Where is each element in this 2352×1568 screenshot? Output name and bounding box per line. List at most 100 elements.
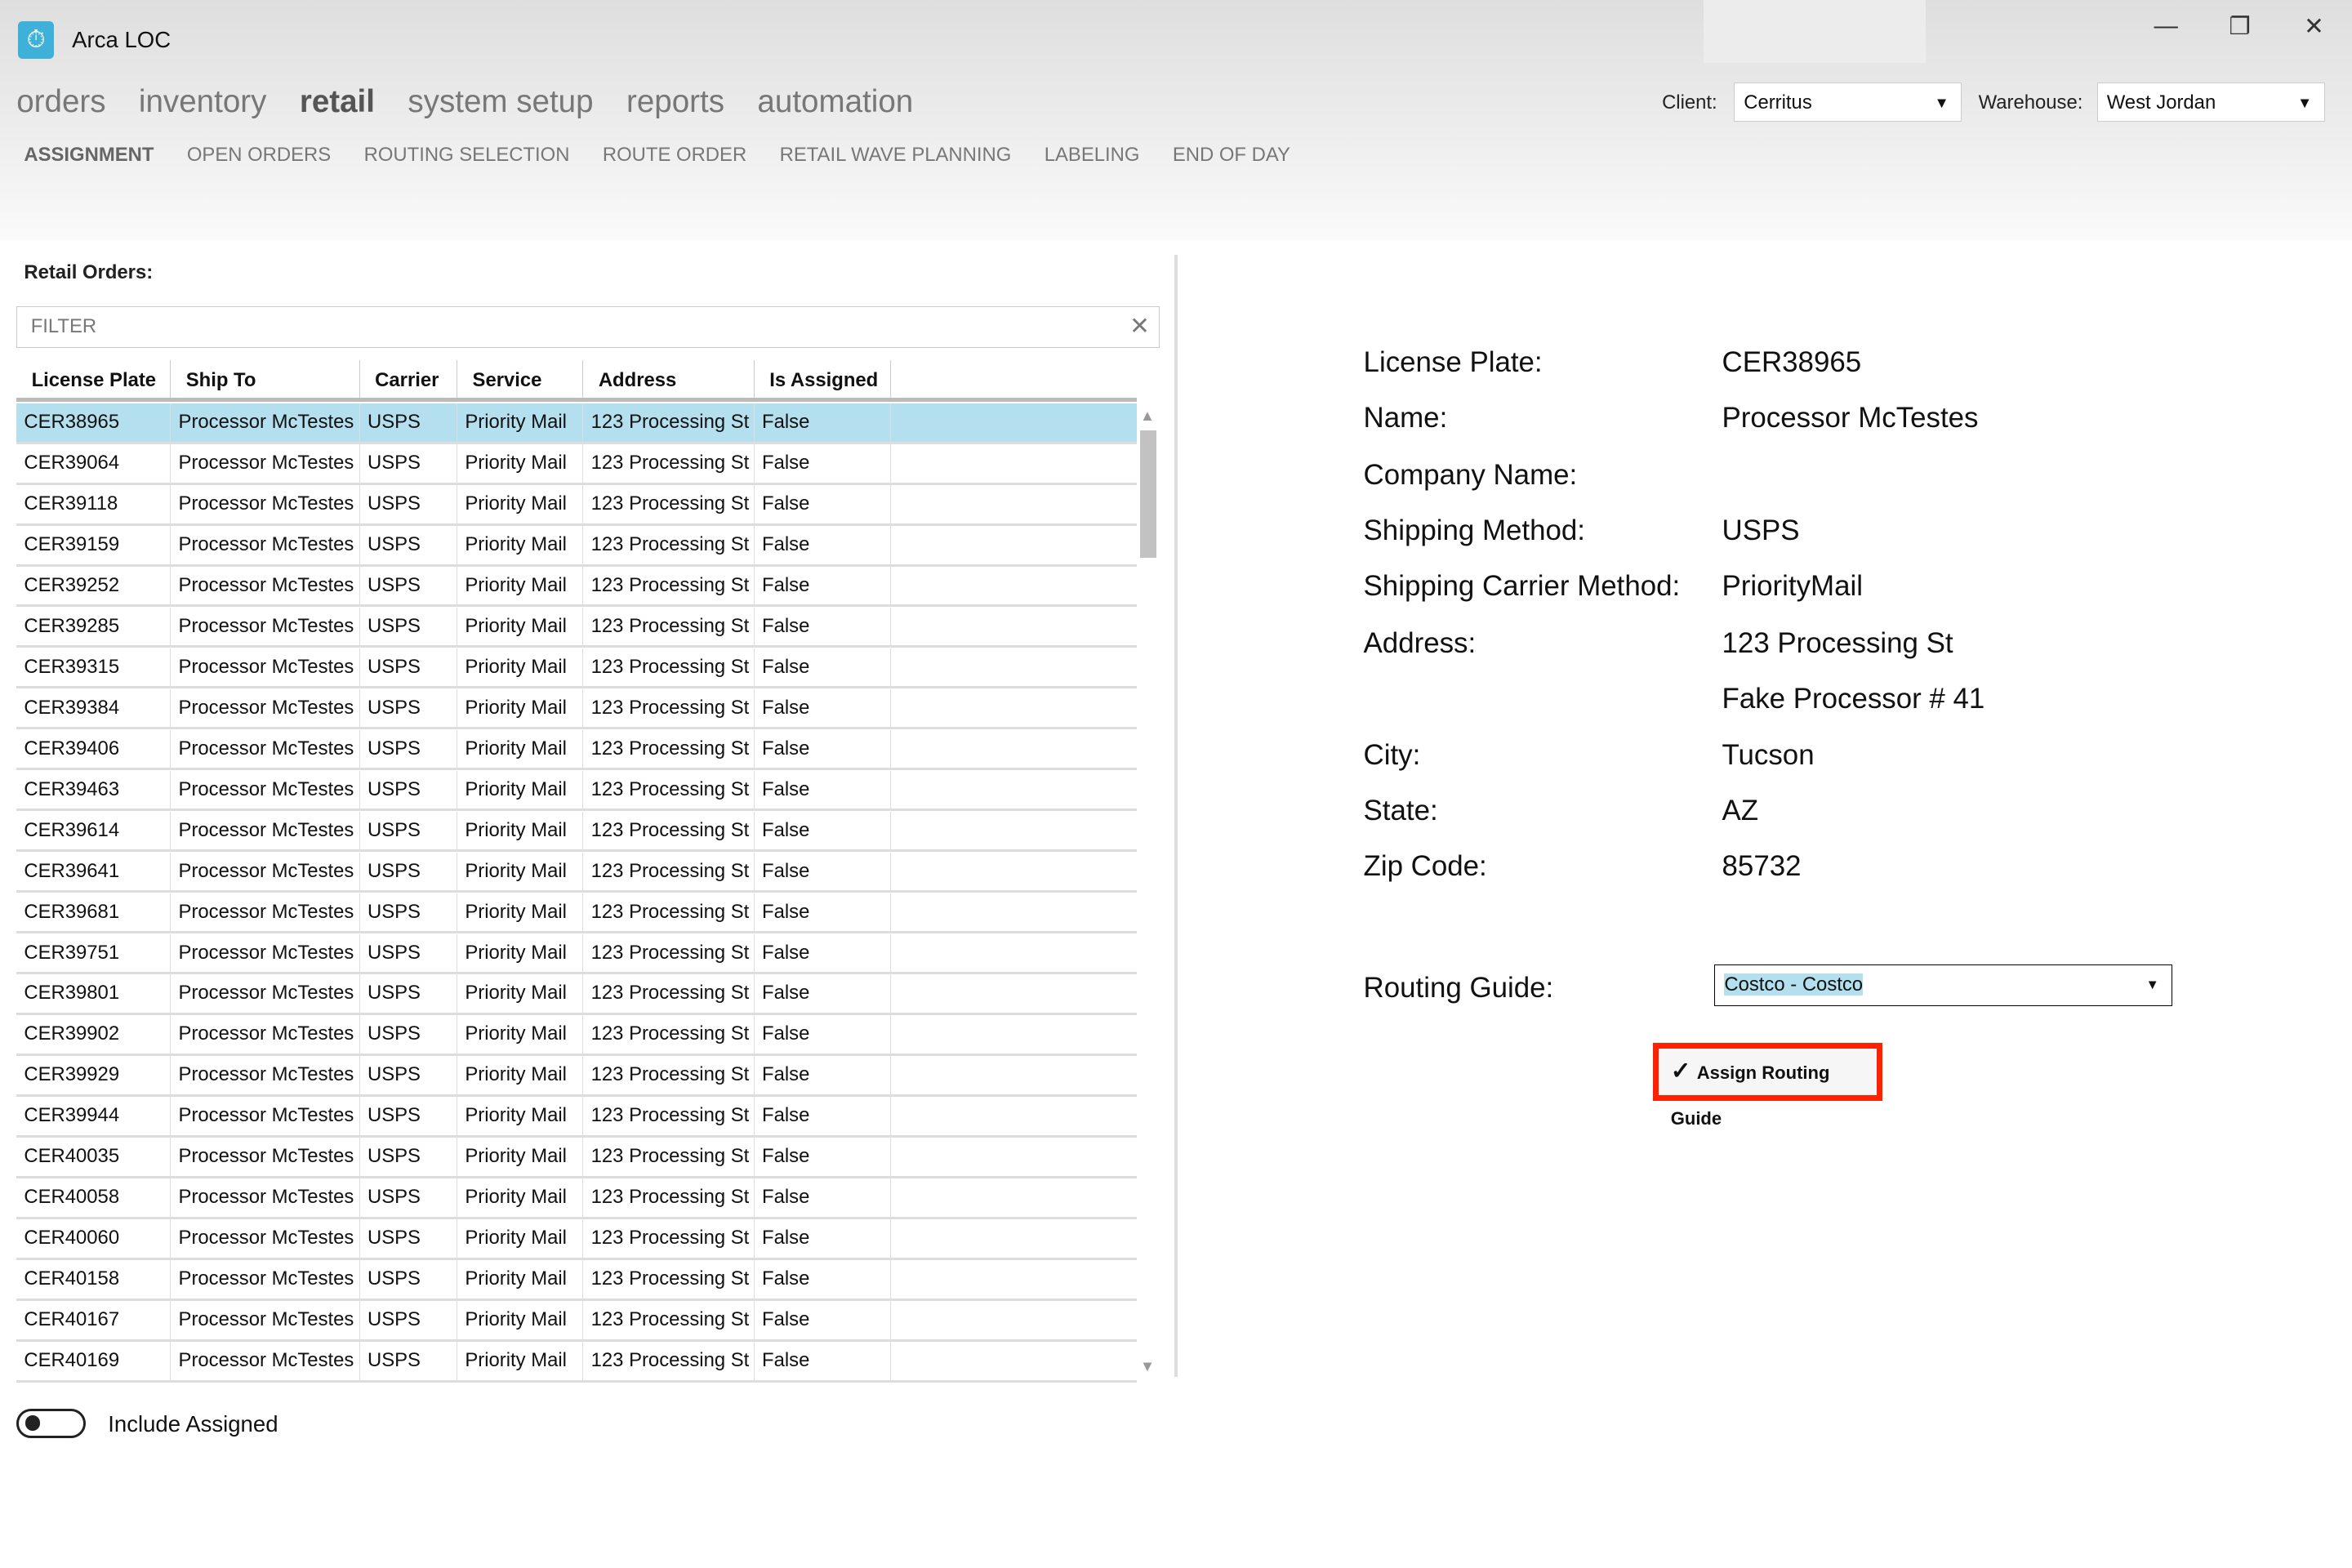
scrollbar-thumb[interactable] (1139, 430, 1157, 559)
table-cell: False (755, 1097, 891, 1138)
routing-guide-value: Costco - Costco (1724, 973, 1864, 996)
tab-routing-selection[interactable]: ROUTING SELECTION (364, 144, 570, 167)
nav-automation[interactable]: automation (757, 84, 913, 120)
table-row[interactable]: CER39118 Processor McTestes USPS Priority M… (16, 484, 1138, 526)
table-cell: USPS (360, 648, 458, 689)
table-row[interactable]: CER39801 Processor McTestes USPS Priority M… (16, 974, 1138, 1016)
table-row[interactable]: CER39944 Processor McTestes USPS Priority M… (16, 1097, 1138, 1138)
clear-icon[interactable]: ✕ (1129, 307, 1150, 346)
table-cell: USPS (360, 1342, 458, 1383)
table-row[interactable]: CER39463 Processor McTestes USPS Priority M… (16, 770, 1138, 812)
table-row[interactable]: CER39285 Processor McTestes USPS Priority M… (16, 607, 1138, 648)
table-cell: CER39751 (16, 933, 172, 975)
tab-labeling[interactable]: LABELING (1045, 144, 1140, 167)
column-header[interactable]: Carrier (360, 359, 458, 401)
scroll-down-icon[interactable]: ▼ (1140, 1357, 1155, 1375)
table-cell: Priority Mail (457, 1138, 584, 1178)
table-row[interactable]: CER40158 Processor McTestes USPS Priority M… (16, 1260, 1138, 1301)
filter-input[interactable]: FILTER ✕ (16, 305, 1160, 349)
restore-button[interactable]: ❐ (2229, 12, 2250, 41)
table-row[interactable]: CER40169 Processor McTestes USPS Priority M… (16, 1342, 1138, 1383)
table-row[interactable]: CER39681 Processor McTestes USPS Priority M… (16, 893, 1138, 934)
routing-guide-select[interactable]: Costco - Costco ▼ (1714, 964, 2172, 1007)
close-button[interactable]: ✕ (2304, 12, 2324, 41)
table-row[interactable]: CER39315 Processor McTestes USPS Priority M… (16, 648, 1138, 689)
include-assigned-toggle[interactable] (16, 1408, 86, 1439)
assign-routing-guide-button[interactable]: ✓ Assign Routing Guide (1653, 1042, 1883, 1129)
tab-retail-wave-planning[interactable]: RETAIL WAVE PLANNING (780, 144, 1012, 167)
table-cell: CER40158 (16, 1260, 172, 1301)
table-cell: False (755, 566, 891, 608)
table-cell: 123 Processing St (583, 1260, 755, 1301)
table-row[interactable]: CER39064 Processor McTestes USPS Priority M… (16, 444, 1138, 485)
detail-value: PriorityMail (1722, 569, 1863, 602)
tab-assignment[interactable]: ASSIGNMENT (24, 144, 154, 167)
detail-label: License Plate: (1363, 346, 1543, 379)
table-cell: Processor McTestes (171, 1342, 360, 1383)
table-cell: USPS (360, 1056, 458, 1097)
detail-label: Name: (1363, 402, 1448, 434)
table-cell: False (755, 974, 891, 1016)
column-header[interactable]: Address (583, 359, 755, 401)
assign-button-label: Assign Routing Guide (1670, 1062, 1830, 1129)
table-row[interactable]: CER39929 Processor McTestes USPS Priority M… (16, 1056, 1138, 1097)
table-row[interactable]: CER39406 Processor McTestes USPS Priority M… (16, 729, 1138, 771)
table-cell: 123 Processing St (583, 974, 755, 1016)
app-title: Arca LOC (72, 27, 172, 53)
table-row[interactable]: CER38965 Processor McTestes USPS Priority M… (16, 403, 1138, 444)
table-cell: USPS (360, 607, 458, 648)
table-cell: Priority Mail (457, 811, 584, 853)
column-header[interactable]: Ship To (171, 359, 360, 401)
table-row[interactable]: CER39614 Processor McTestes USPS Priority M… (16, 811, 1138, 853)
client-value: Cerritus (1744, 91, 1812, 114)
minimize-button[interactable]: — (2154, 12, 2178, 40)
table-cell: Processor McTestes (171, 729, 360, 771)
header (0, 0, 2352, 240)
table-row[interactable]: CER39159 Processor McTestes USPS Priority M… (16, 525, 1138, 567)
table-row[interactable]: CER40060 Processor McTestes USPS Priority M… (16, 1219, 1138, 1260)
detail-value: 85732 (1722, 850, 1802, 883)
table-cell: CER39159 (16, 525, 172, 567)
table-row[interactable]: CER39751 Processor McTestes USPS Priority M… (16, 933, 1138, 975)
stopwatch-icon: ⏱ (18, 20, 55, 59)
table-cell: Processor McTestes (171, 1138, 360, 1178)
table-row[interactable]: CER39641 Processor McTestes USPS Priority M… (16, 852, 1138, 893)
table-cell: False (755, 1301, 891, 1342)
table-cell: False (755, 484, 891, 526)
client-select[interactable]: Cerritus ▼ (1734, 82, 1962, 122)
table-row[interactable]: CER40035 Processor McTestes USPS Priority M… (16, 1138, 1138, 1178)
column-header[interactable]: Is Assigned (755, 359, 891, 401)
tab-open-orders[interactable]: OPEN ORDERS (187, 144, 331, 167)
nav-inventory[interactable]: inventory (139, 84, 266, 120)
table-cell: False (755, 1056, 891, 1097)
detail-value: USPS (1722, 514, 1800, 546)
scroll-up-icon[interactable]: ▲ (1140, 407, 1155, 425)
nav-orders[interactable]: orders (16, 84, 105, 120)
table-cell: CER40169 (16, 1342, 172, 1383)
table-cell: Processor McTestes (171, 1056, 360, 1097)
table-cell: False (755, 1138, 891, 1178)
table-cell: Priority Mail (457, 648, 584, 689)
table-cell: CER39406 (16, 729, 172, 771)
tab-end-of-day[interactable]: END OF DAY (1173, 144, 1290, 167)
table-cell: 123 Processing St (583, 1138, 755, 1178)
nav-system-setup[interactable]: system setup (408, 84, 593, 120)
column-header[interactable]: Service (457, 359, 584, 401)
checkmark-icon: ✓ (1670, 1057, 1691, 1085)
toggle-knob (24, 1415, 40, 1431)
table-cell: Priority Mail (457, 444, 584, 485)
table-row[interactable]: CER40167 Processor McTestes USPS Priority M… (16, 1301, 1138, 1342)
nav-reports[interactable]: reports (626, 84, 724, 120)
table-row[interactable]: CER40058 Processor McTestes USPS Priority M… (16, 1178, 1138, 1219)
tab-route-order[interactable]: ROUTE ORDER (603, 144, 746, 167)
table-row[interactable]: CER39902 Processor McTestes USPS Priority M… (16, 1015, 1138, 1057)
table-cell: Priority Mail (457, 933, 584, 975)
main-nav: orders inventory retail system setup reports… (16, 84, 913, 120)
table-row[interactable]: CER39384 Processor McTestes USPS Priority M… (16, 688, 1138, 730)
table-row[interactable]: CER39252 Processor McTestes USPS Priority M… (16, 566, 1138, 608)
warehouse-select[interactable]: West Jordan ▼ (2096, 82, 2325, 122)
column-header[interactable]: License Plate (16, 359, 172, 401)
nav-retail[interactable]: retail (300, 84, 375, 120)
table-cell: USPS (360, 1301, 458, 1342)
table-cell: False (755, 607, 891, 648)
